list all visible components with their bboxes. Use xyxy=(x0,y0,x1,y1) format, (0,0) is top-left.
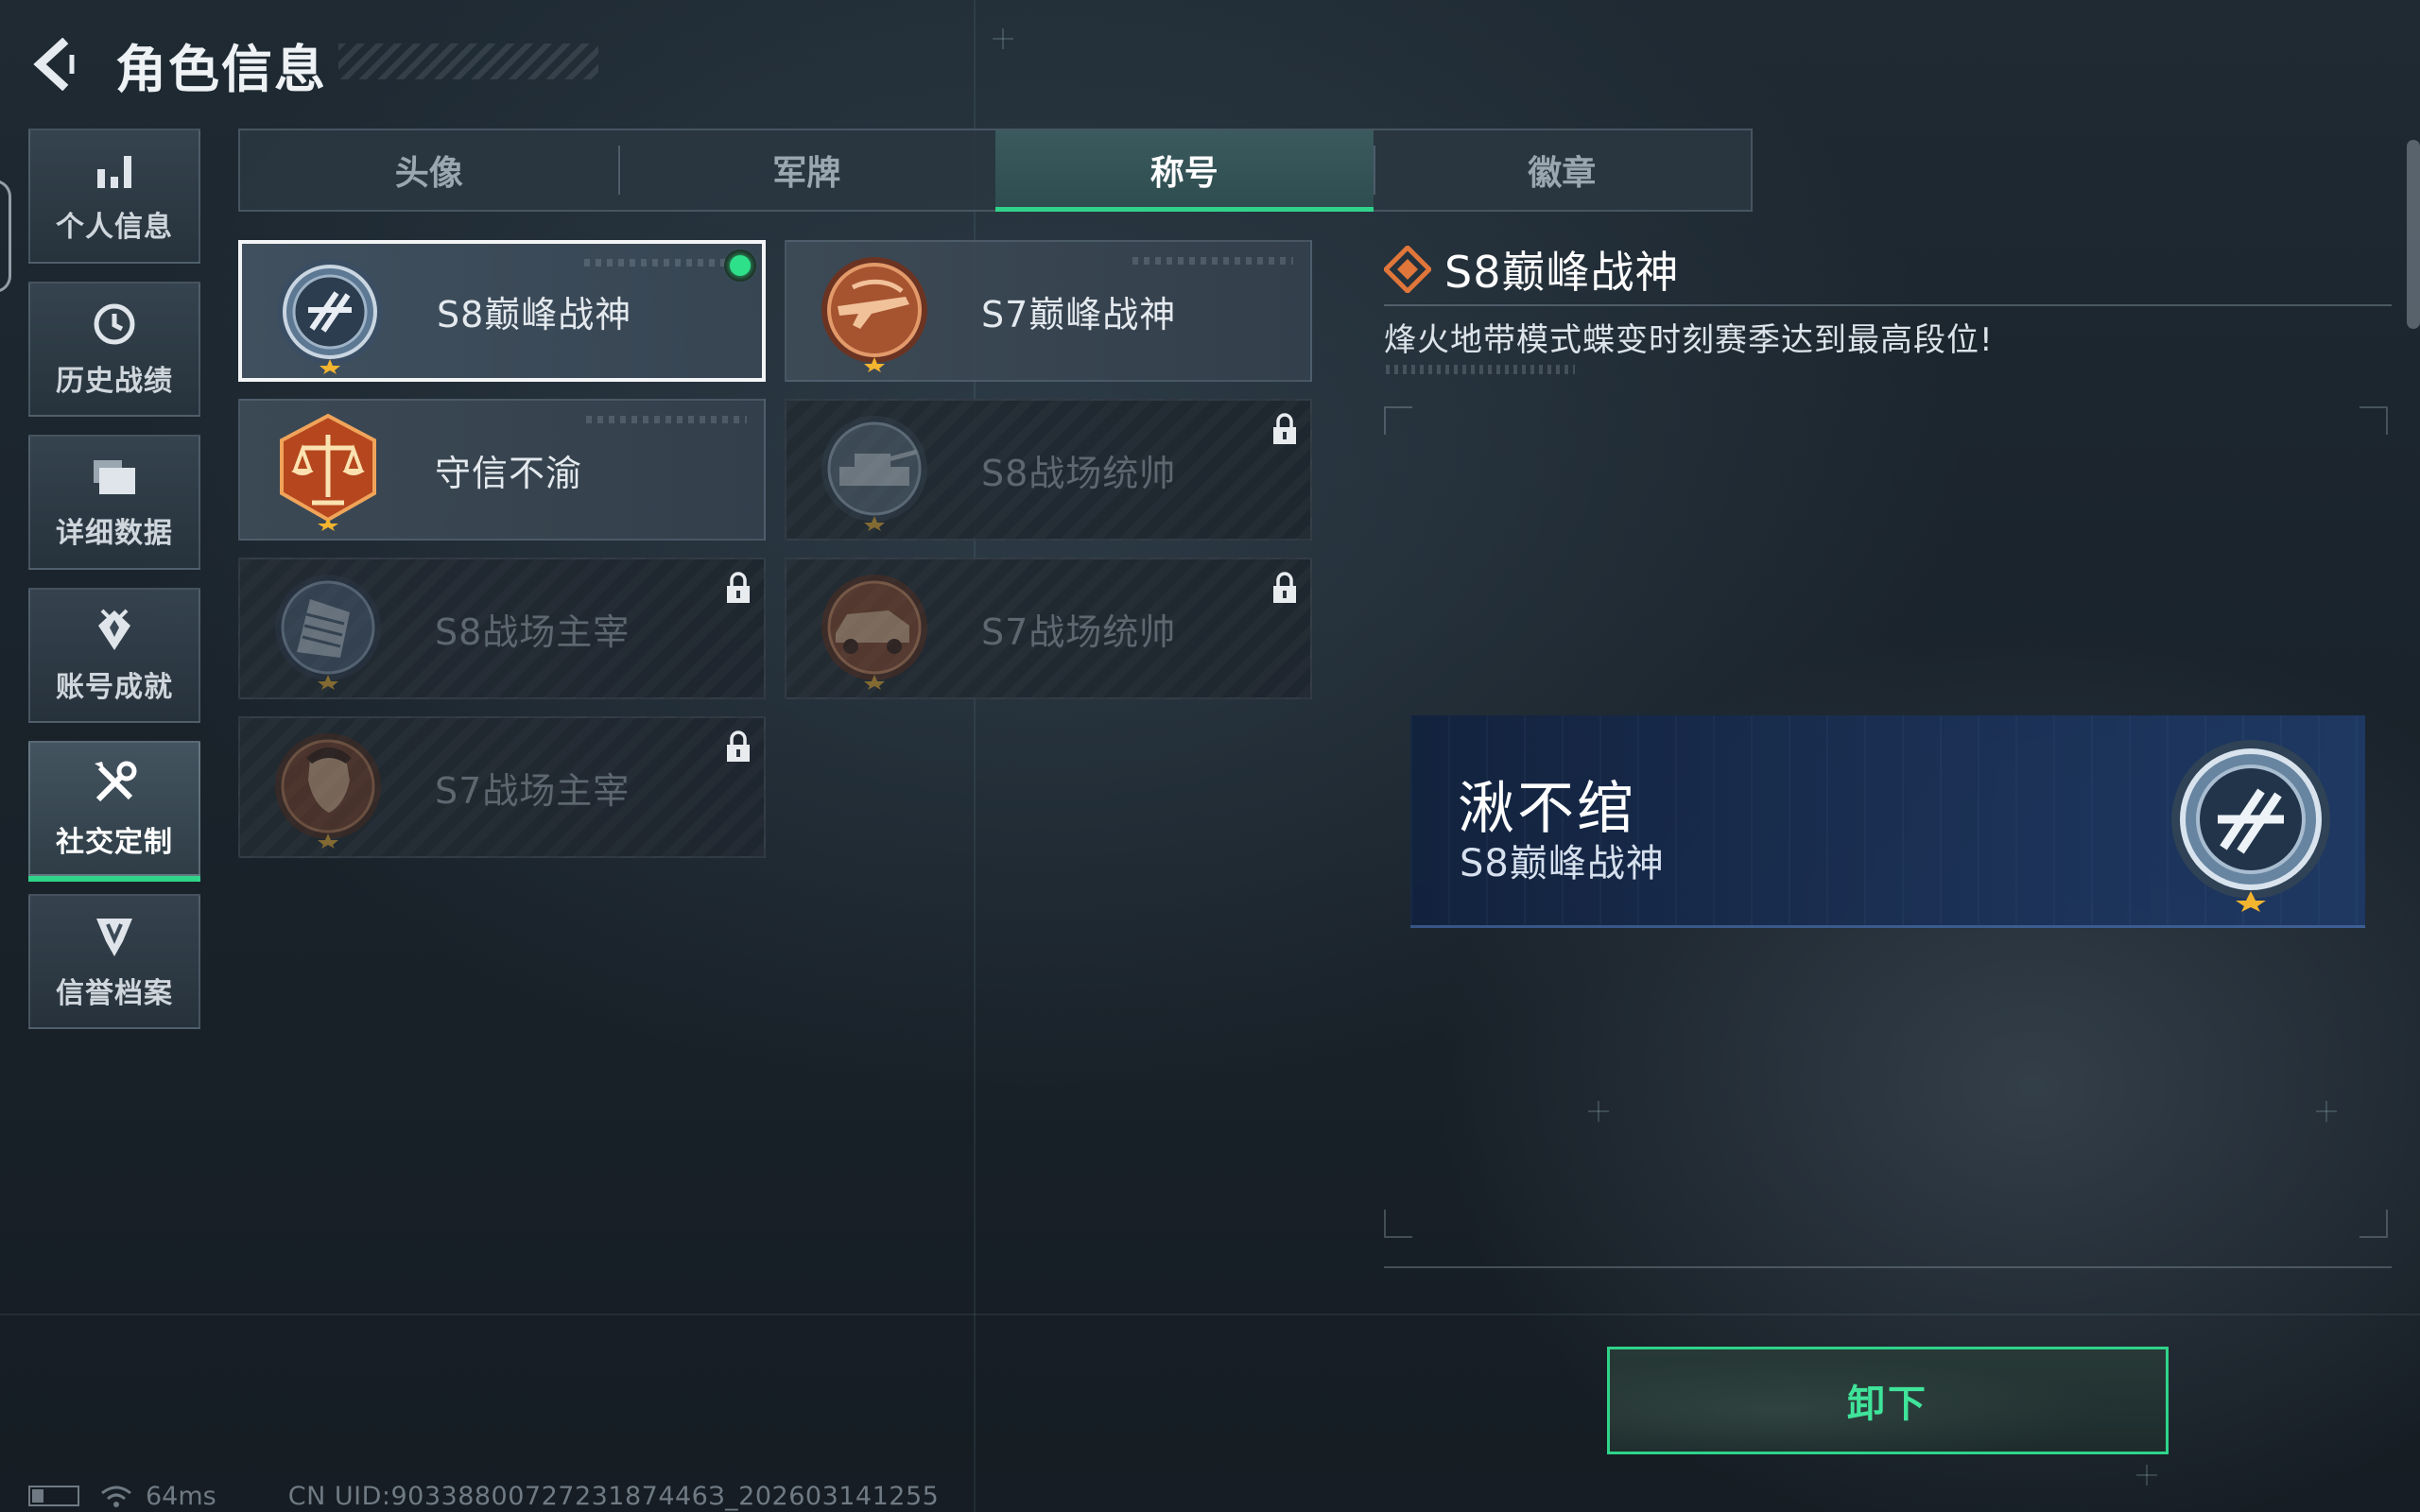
title-card-locked[interactable]: S7战场统帅 xyxy=(785,558,1312,699)
bottom-divider xyxy=(1384,1266,2392,1268)
sidebar-item-label: 信誉档案 xyxy=(56,976,173,1010)
peak-god-emblem-icon xyxy=(2171,740,2330,912)
scales-emblem-icon xyxy=(280,413,376,531)
building-emblem-icon xyxy=(275,575,381,690)
nameplate-preview: 湫不绾 S8巅峰战神 xyxy=(1410,715,2365,928)
wifi-icon xyxy=(101,1486,131,1507)
title-card-locked[interactable]: S8战场统帅 xyxy=(785,399,1312,541)
lock-icon xyxy=(1273,413,1296,444)
page-title: 角色信息 xyxy=(115,39,327,99)
title-card-name: S7战场统帅 xyxy=(981,610,1177,653)
sidebar-item-social[interactable]: 社交定制 xyxy=(28,741,200,882)
battery-icon xyxy=(28,1486,79,1506)
sidebar-item-label: 社交定制 xyxy=(56,825,173,859)
preview-title: S8巅峰战神 xyxy=(1460,842,1665,885)
peak-god-emblem-icon xyxy=(277,259,383,374)
side-edge-handle[interactable] xyxy=(0,180,11,293)
scrollbar[interactable] xyxy=(2407,140,2420,329)
background-line xyxy=(0,1314,2420,1315)
title-card-name: S8战场主宰 xyxy=(435,610,631,653)
tab-badge[interactable]: 徽章 xyxy=(1373,130,1752,210)
sidebar-item-label: 历史战绩 xyxy=(56,364,173,398)
history-clock-icon xyxy=(94,303,135,344)
vehicle-emblem-icon xyxy=(821,575,927,690)
tab-dogtag[interactable]: 军牌 xyxy=(617,130,996,210)
tab-title[interactable]: 称号 xyxy=(995,130,1374,212)
title-stripes xyxy=(338,43,598,79)
header: 角色信息 xyxy=(26,26,598,102)
sidebar-item-credit[interactable]: 信誉档案 xyxy=(28,894,200,1029)
sidebar-item-details[interactable]: 详细数据 xyxy=(28,435,200,570)
back-arrow-icon[interactable] xyxy=(26,36,83,93)
sidebar-item-achievements[interactable]: 账号成就 xyxy=(28,588,200,723)
credit-shield-icon xyxy=(96,918,132,956)
title-card-locked[interactable]: S7战场主宰 xyxy=(238,716,766,858)
unequip-button[interactable]: 卸下 xyxy=(1607,1347,2169,1454)
lock-icon xyxy=(727,730,750,762)
title-card[interactable]: S8巅峰战神 xyxy=(238,240,766,382)
sidebar-item-label: 账号成就 xyxy=(56,670,173,704)
lock-icon xyxy=(727,572,750,603)
title-card-name: S8巅峰战神 xyxy=(437,293,632,335)
card-decor xyxy=(586,416,747,423)
background-line xyxy=(974,0,976,1512)
folder-icon xyxy=(94,459,135,494)
sidebar-item-label: 个人信息 xyxy=(56,210,173,244)
ping-value: 64ms xyxy=(146,1481,216,1511)
title-card-locked[interactable]: S8战场主宰 xyxy=(238,558,766,699)
lock-icon xyxy=(1273,572,1296,603)
status-bar: 64ms CN UID:9033880072723187446З_2026031… xyxy=(28,1481,940,1511)
diamond-marker-icon xyxy=(1384,246,1431,293)
tank-emblem-icon xyxy=(821,416,927,531)
sidebar-item-label: 详细数据 xyxy=(56,516,173,550)
sidebar-item-profile[interactable]: 个人信息 xyxy=(28,129,200,264)
detail-header: S8巅峰战神 xyxy=(1384,236,1679,302)
bar-chart-icon xyxy=(97,155,131,188)
detail-title: S8巅峰战神 xyxy=(1444,247,1680,298)
title-card-name: S8战场统帅 xyxy=(981,452,1177,494)
title-card[interactable]: 守信不渝 xyxy=(238,399,766,541)
background-crosshair xyxy=(2136,1465,2157,1486)
equipped-indicator-icon xyxy=(724,249,756,282)
sidebar: 个人信息 历史战绩 详细数据 账号成就 社交定制 信誉档案 xyxy=(28,129,200,1047)
detail-description: 烽火地带模式蝶变时刻赛季达到最高段位! xyxy=(1384,321,1994,359)
title-card-name: S7巅峰战神 xyxy=(981,293,1177,335)
title-card-name: S7战场主宰 xyxy=(435,769,631,812)
detail-decor xyxy=(1386,365,1575,374)
rifle-emblem-icon xyxy=(821,257,927,372)
soldier-emblem-icon xyxy=(275,733,381,849)
tools-icon xyxy=(95,761,137,801)
achievement-icon xyxy=(98,609,130,650)
detail-divider xyxy=(1384,304,2392,306)
tab-avatar[interactable]: 头像 xyxy=(240,130,618,210)
title-card-name: 守信不渝 xyxy=(435,452,583,494)
tab-bar: 头像 军牌 称号 徽章 xyxy=(238,129,1753,212)
title-card[interactable]: S7巅峰战神 xyxy=(785,240,1312,382)
background-crosshair xyxy=(993,28,1013,49)
uid-text: CN UID:9033880072723187446З_202603141255 xyxy=(287,1481,940,1511)
sidebar-item-history[interactable]: 历史战绩 xyxy=(28,282,200,417)
